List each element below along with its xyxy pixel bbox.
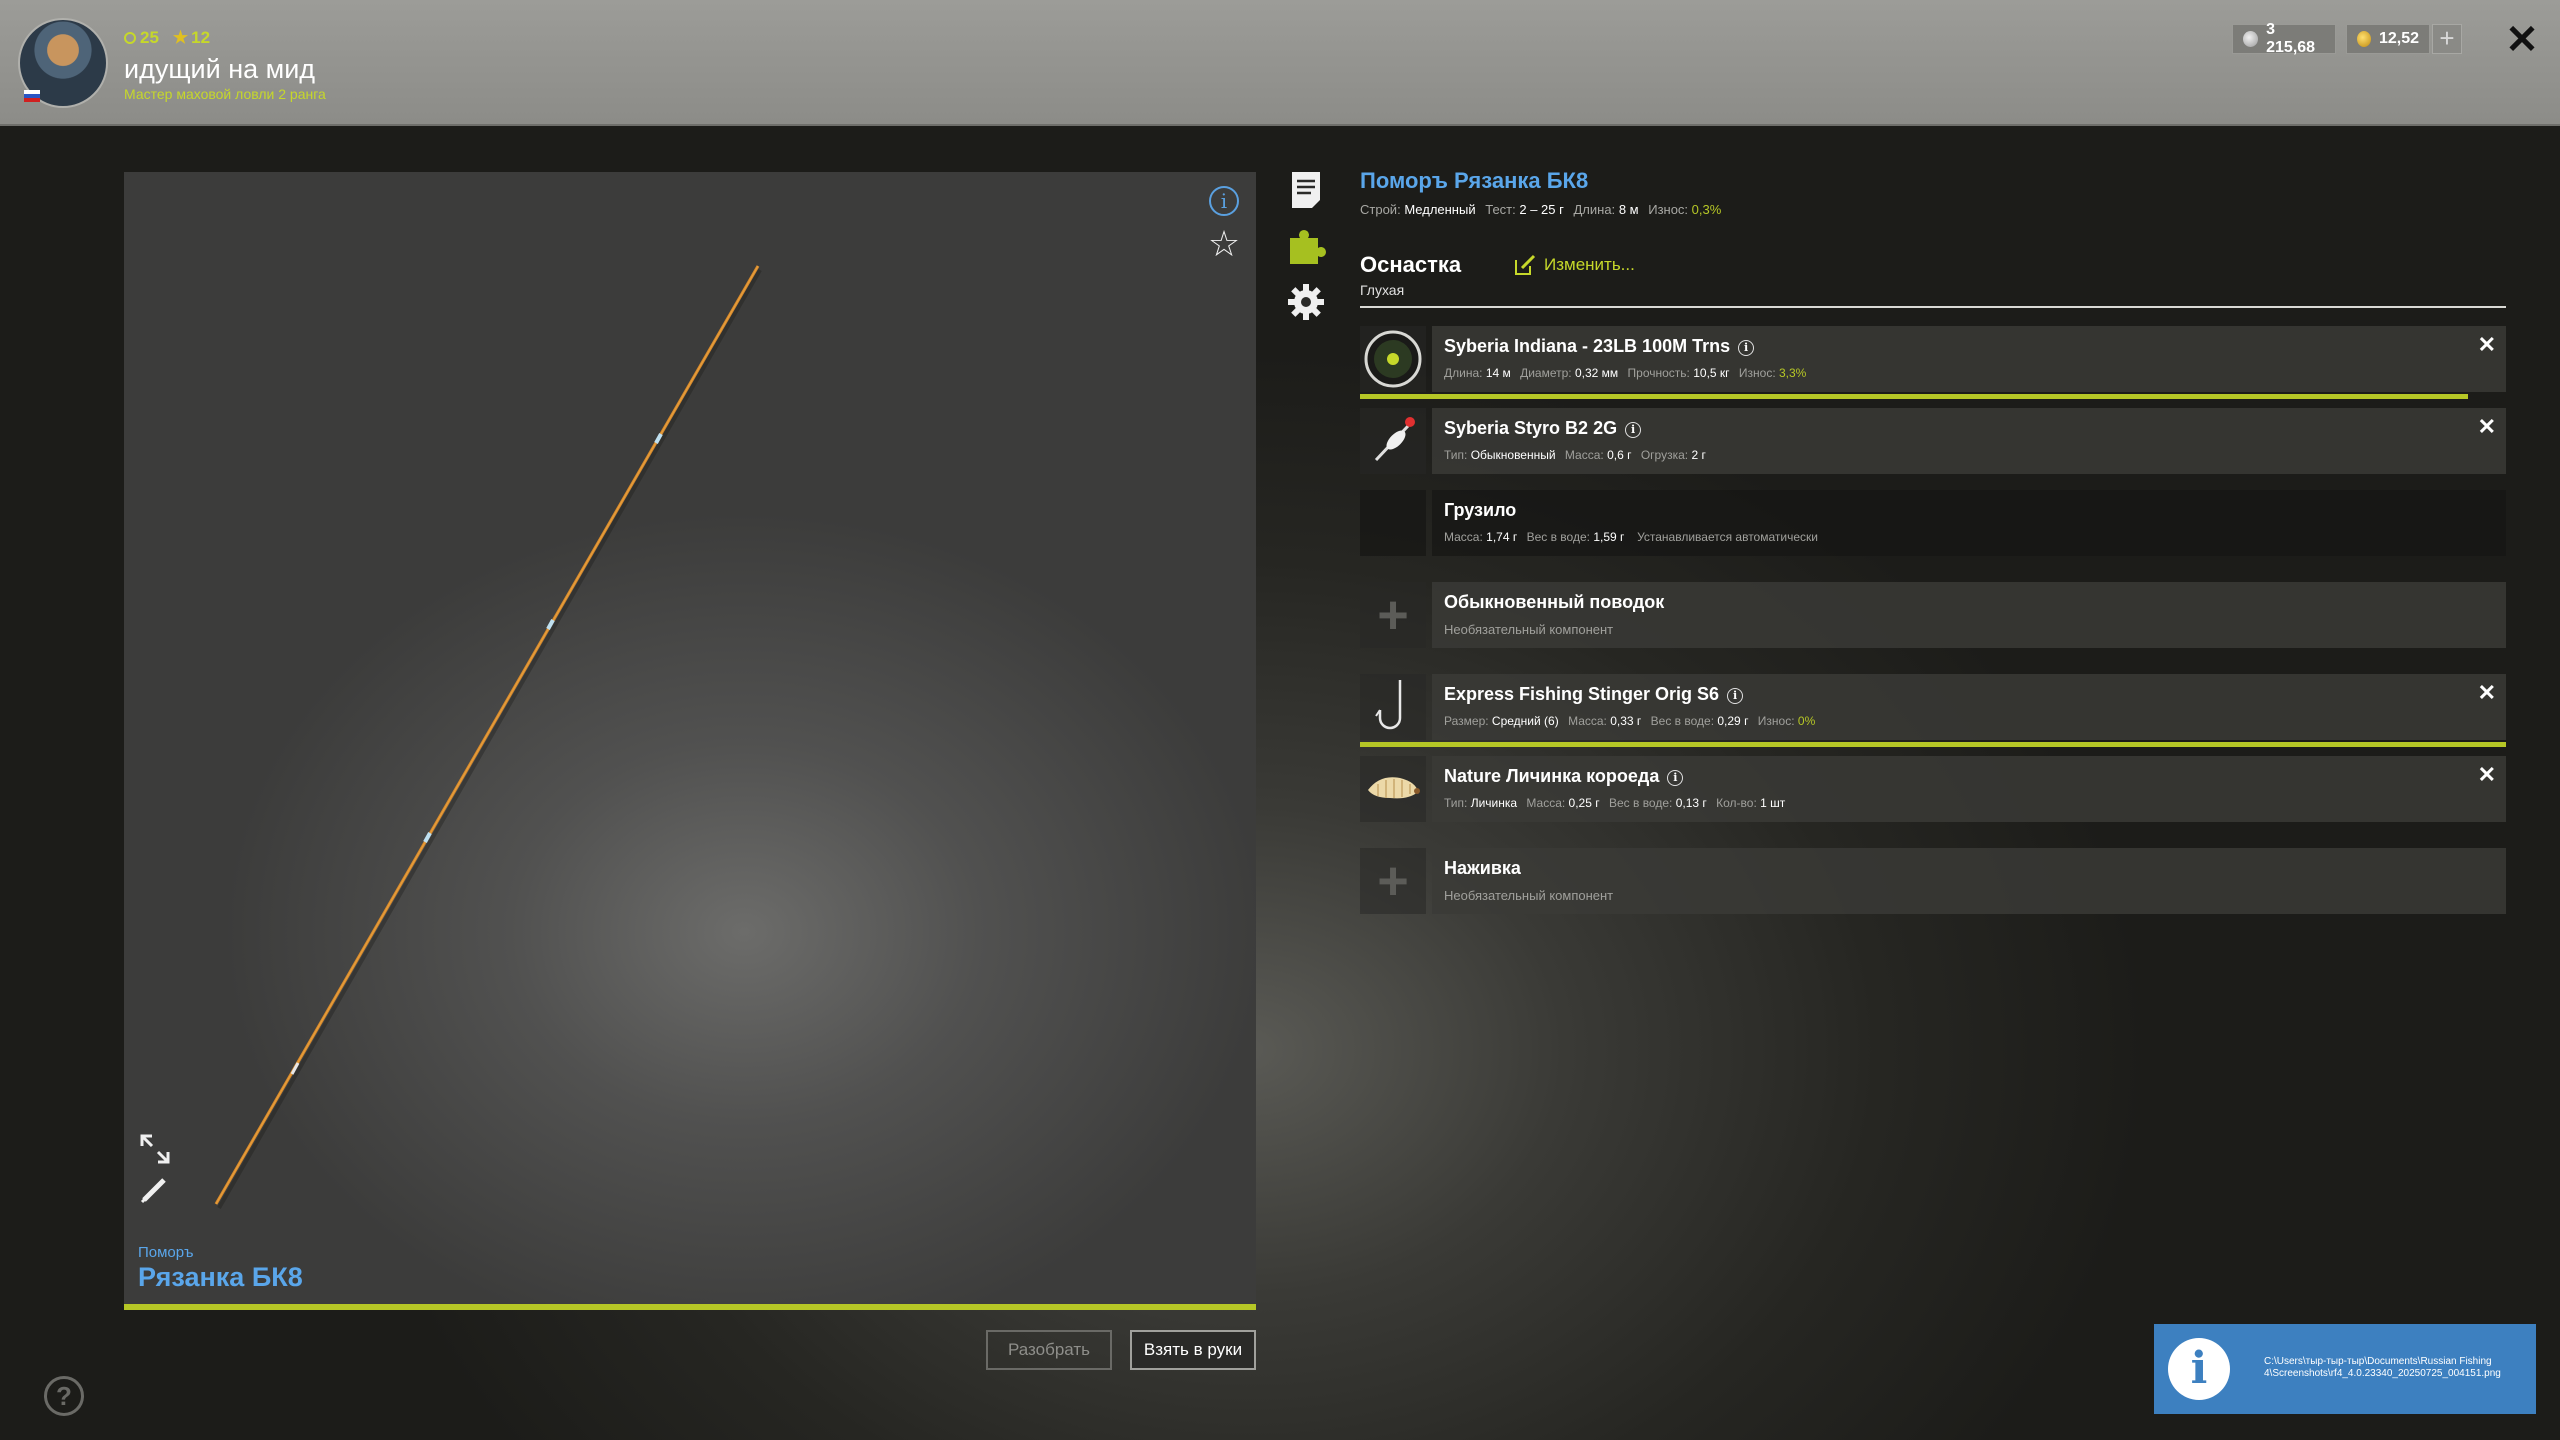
larva-icon	[1368, 777, 1420, 799]
slot-sinker[interactable]: Грузило Масса: 1,74 г Вес в воде: 1,59 г…	[1360, 490, 2506, 556]
float-icon	[1374, 417, 1415, 462]
hook-icon	[1375, 680, 1402, 730]
player-avatar[interactable]	[18, 18, 108, 108]
sinker-thumb	[1360, 490, 1426, 556]
bait-thumb	[1360, 756, 1426, 822]
player-title: Мастер маховой ловли 2 ранга	[124, 86, 326, 102]
add-leader-plus-icon[interactable]: +	[1360, 582, 1426, 648]
groundbait-name: Наживка	[1444, 858, 1521, 878]
stars-indicator: ★ 12	[172, 28, 211, 47]
level-indicator: 25	[124, 28, 159, 48]
level-icon	[124, 32, 136, 44]
bait-stats: Тип: Личинка Масса: 0,25 г Вес в воде: 0…	[1444, 796, 1786, 810]
slot-line[interactable]: Syberia Indiana - 23LB 100M Trns i Длина:…	[1360, 326, 2506, 399]
remove-hook-button[interactable]: ✕	[2478, 680, 2496, 706]
tab-settings-gear-icon[interactable]	[1286, 282, 1326, 322]
star-icon: ★	[172, 28, 189, 47]
leader-name: Обыкновенный поводок	[1444, 592, 1665, 612]
rig-type: Глухая	[1360, 282, 1405, 298]
rod-stats: Строй: Медленный Тест: 2 – 25 г Длина: 8…	[1360, 202, 1722, 217]
take-in-hands-button[interactable]: Взять в руки	[1130, 1330, 1256, 1370]
edit-icon	[1515, 254, 1536, 275]
hook-thumb	[1360, 674, 1426, 740]
remove-float-button[interactable]: ✕	[2478, 414, 2496, 440]
close-button[interactable]: ✕	[2502, 20, 2542, 60]
hook-wear-bar	[1360, 742, 2506, 747]
bait-info-icon[interactable]: i	[1667, 770, 1684, 786]
favorite-star-icon[interactable]: ☆	[1206, 226, 1242, 262]
info-notification-icon: i	[2168, 1338, 2230, 1400]
hook-info-icon[interactable]: i	[1727, 688, 1744, 704]
tab-tackle-puzzle-icon[interactable]	[1286, 226, 1326, 266]
rig-title: Оснастка	[1360, 252, 1462, 277]
bait-name: Nature Личинка короеда i	[1444, 766, 1684, 787]
rod-title: Поморъ Рязанка БК8	[1360, 168, 1589, 193]
line-info-icon[interactable]: i	[1738, 340, 1755, 356]
slot-leader[interactable]: + Обыкновенный поводок Необязательный ко…	[1360, 582, 2506, 648]
hook-name: Express Fishing Stinger Orig S6 i	[1444, 684, 1744, 705]
silver-balance: 3 215,68	[2232, 21, 2336, 56]
groundbait-optional-label: Необязательный компонент	[1444, 888, 1614, 903]
leader-optional-label: Необязательный компонент	[1444, 622, 1614, 637]
help-icon[interactable]: ?	[44, 1376, 84, 1416]
line-name: Syberia Indiana - 23LB 100M Trns i	[1444, 336, 1755, 357]
line-stats: Длина: 14 м Диаметр: 0,32 мм Прочность: …	[1444, 366, 1807, 380]
russia-flag-icon	[24, 90, 40, 102]
rod-brand: Поморъ	[138, 1244, 194, 1261]
pencil-icon[interactable]	[138, 1172, 172, 1206]
line-thumb	[1360, 326, 1426, 392]
rig-divider	[1360, 306, 2506, 308]
sinker-stats: Масса: 1,74 г Вес в воде: 1,59 г Устанав…	[1444, 530, 1818, 544]
rod-preview[interactable]: i ☆ Поморъ Рязанка БК8	[124, 172, 1256, 1310]
slot-bait[interactable]: Nature Личинка короеда i Тип: Личинка Мас…	[1360, 756, 2506, 822]
remove-bait-button[interactable]: ✕	[2478, 762, 2496, 788]
expand-icon[interactable]	[138, 1132, 172, 1166]
rod-name: Рязанка БК8	[138, 1262, 303, 1292]
top-bar: 25 ★ 12 идущий на мид Мастер маховой ловл…	[0, 0, 2560, 126]
silver-coin-icon	[2243, 31, 2259, 47]
slot-float[interactable]: Syberia Styro B2 2G i Тип: Обыкновенный М…	[1360, 408, 2506, 474]
rod-durability-bar	[124, 1304, 1256, 1310]
add-groundbait-plus-icon[interactable]: +	[1360, 848, 1426, 914]
line-wear-bar	[1360, 394, 2469, 399]
disassemble-button[interactable]: Разобрать	[986, 1330, 1112, 1370]
float-info-icon[interactable]: i	[1625, 422, 1642, 438]
gold-coin-icon	[2357, 31, 2371, 47]
float-stats: Тип: Обыкновенный Масса: 0,6 г Огрузка: …	[1444, 448, 1706, 462]
screenshot-path: C:\Users\тыр-тыр-тыр\Documents\Russian F…	[2264, 1356, 2501, 1379]
float-name: Syberia Styro B2 2G i	[1444, 418, 1642, 439]
info-icon[interactable]: i	[1209, 186, 1239, 216]
rod-image	[214, 265, 762, 1209]
slot-hook[interactable]: Express Fishing Stinger Orig S6 i Размер:…	[1360, 674, 2506, 747]
float-thumb	[1360, 408, 1426, 474]
add-gold-button[interactable]: +	[2432, 24, 2462, 54]
gold-balance: 12,52	[2346, 24, 2430, 54]
slot-groundbait[interactable]: + Наживка Необязательный компонент	[1360, 848, 2506, 914]
line-spool-icon	[1364, 330, 1422, 388]
remove-line-button[interactable]: ✕	[2478, 332, 2496, 358]
change-rig-button[interactable]: Изменить...	[1514, 254, 1635, 276]
hook-stats: Размер: Средний (6) Масса: 0,33 г Вес в …	[1444, 714, 1816, 728]
tab-description-document-icon[interactable]	[1286, 170, 1326, 210]
player-rank: 25 ★ 12	[124, 28, 210, 48]
player-name: идущий на мид	[124, 54, 316, 84]
screenshot-notification[interactable]: i C:\Users\тыр-тыр-тыр\Documents\Russian…	[2154, 1324, 2536, 1414]
sinker-name: Грузило	[1444, 500, 1517, 520]
